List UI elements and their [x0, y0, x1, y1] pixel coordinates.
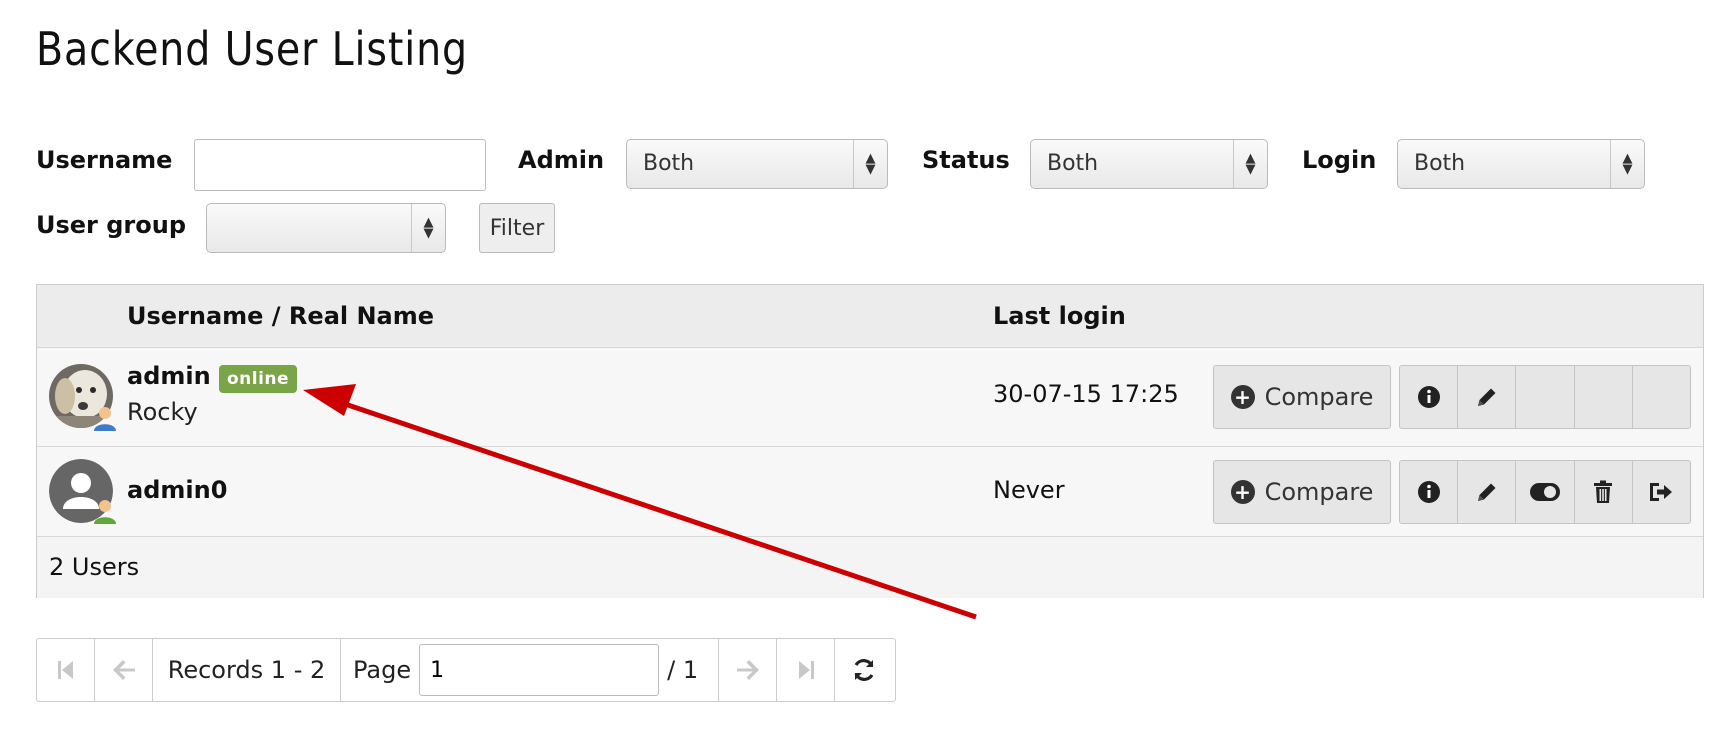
status-select-value: Both: [1047, 151, 1099, 176]
table-footer: 2 Users: [37, 537, 1703, 598]
real-name: Rocky: [127, 398, 198, 426]
pagination: Records 1 - 2 Page / 1: [36, 638, 896, 702]
select-arrows-icon: ▲ ▼: [411, 204, 445, 252]
toggle-button[interactable]: [1516, 461, 1575, 523]
delete-button[interactable]: [1575, 461, 1633, 523]
refresh-button[interactable]: [835, 639, 893, 701]
select-arrows-icon: ▲ ▼: [1610, 140, 1644, 188]
online-badge: online: [219, 365, 298, 393]
last-login: 30-07-15 17:25: [993, 380, 1179, 408]
page-label: Page: [353, 656, 412, 684]
page-input[interactable]: [419, 644, 660, 696]
page-total: / 1: [667, 656, 699, 684]
edit-button[interactable]: [1458, 366, 1517, 428]
last-page-button[interactable]: [777, 639, 835, 701]
edit-button[interactable]: [1458, 461, 1517, 523]
compare-label: Compare: [1264, 478, 1374, 506]
row-actions: [1399, 365, 1691, 429]
username-label: Username: [36, 146, 173, 174]
info-icon: [1417, 481, 1440, 503]
previous-page-button[interactable]: [95, 639, 153, 701]
first-page-button[interactable]: [37, 639, 95, 701]
admin-user-icon: [94, 500, 116, 524]
pencil-icon: [1477, 483, 1496, 501]
login-label: Login: [1302, 146, 1377, 174]
select-arrows-icon: ▲ ▼: [1233, 140, 1267, 188]
plus-circle-icon: +: [1230, 385, 1255, 409]
empty-action-slot: [1633, 366, 1690, 428]
column-header-last-login[interactable]: Last login: [993, 302, 1126, 330]
page-selector: Page / 1: [341, 639, 719, 701]
username[interactable]: admin0: [127, 476, 227, 504]
empty-action-slot: [1516, 366, 1575, 428]
admin-label: Admin: [518, 146, 605, 174]
status-label: Status: [922, 146, 1010, 174]
pencil-icon: [1477, 388, 1496, 406]
usergroup-select[interactable]: ▲ ▼: [206, 203, 446, 253]
table-row: admin0 Never + Compare: [37, 447, 1703, 537]
first-page-icon: [57, 661, 73, 679]
username-input[interactable]: [194, 139, 486, 191]
select-arrows-icon: ▲ ▼: [853, 140, 887, 188]
row-actions: [1399, 460, 1691, 524]
page-title: Backend User Listing: [36, 22, 469, 76]
logout-icon: [1650, 483, 1673, 501]
trash-icon: [1594, 480, 1613, 503]
refresh-icon: [854, 659, 874, 681]
records-info: Records 1 - 2: [153, 639, 341, 701]
login-select-value: Both: [1414, 151, 1466, 176]
admin-select-value: Both: [643, 151, 695, 176]
user-table: Username / Real Name Last login admin on…: [36, 284, 1704, 598]
switch-user-button[interactable]: [1633, 461, 1690, 523]
last-page-icon: [798, 661, 814, 679]
next-page-button[interactable]: [719, 639, 777, 701]
admin-user-icon: [94, 407, 116, 431]
column-header-username[interactable]: Username / Real Name: [127, 302, 434, 330]
info-icon: [1417, 386, 1440, 408]
previous-page-icon: [112, 660, 135, 680]
info-button[interactable]: [1400, 366, 1459, 428]
plus-circle-icon: +: [1230, 480, 1255, 504]
admin-select[interactable]: Both ▲ ▼: [626, 139, 888, 189]
compare-button[interactable]: + Compare: [1213, 365, 1391, 429]
compare-label: Compare: [1264, 383, 1374, 411]
usergroup-label: User group: [36, 211, 187, 239]
next-page-icon: [736, 660, 759, 680]
compare-button[interactable]: + Compare: [1213, 460, 1391, 524]
table-row: admin online Rocky 30-07-15 17:25 + Comp…: [37, 348, 1703, 447]
toggle-icon: [1530, 483, 1560, 501]
table-header: Username / Real Name Last login: [37, 285, 1703, 348]
filter-button[interactable]: Filter: [479, 203, 555, 253]
login-select[interactable]: Both ▲ ▼: [1397, 139, 1645, 189]
username[interactable]: admin: [127, 362, 211, 390]
empty-action-slot: [1575, 366, 1633, 428]
status-select[interactable]: Both ▲ ▼: [1030, 139, 1268, 189]
info-button[interactable]: [1400, 461, 1459, 523]
last-login: Never: [993, 476, 1065, 504]
user-count: 2 Users: [49, 553, 140, 581]
